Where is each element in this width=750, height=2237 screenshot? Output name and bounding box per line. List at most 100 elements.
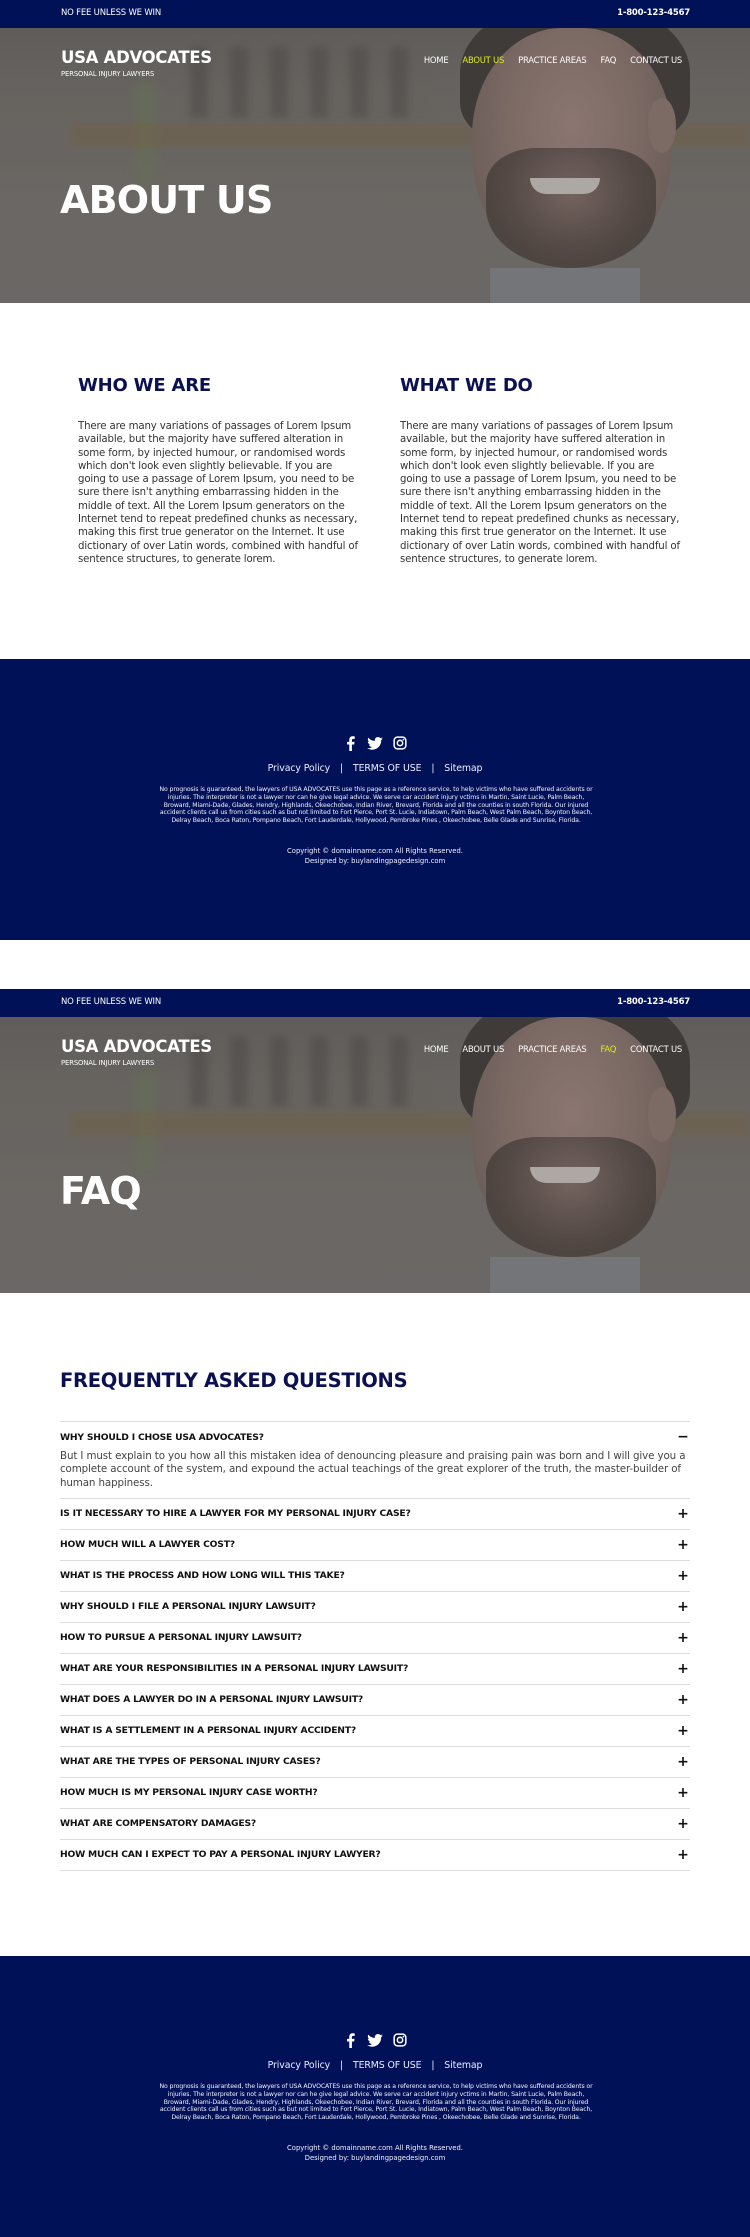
brand-logo[interactable]: USA ADVOCATES PERSONAL INJURY LAWYERS	[61, 48, 212, 78]
faq-item: HOW TO PURSUE A PERSONAL INJURY LAWSUIT?…	[60, 1623, 690, 1654]
faq-item: HOW MUCH CAN I EXPECT TO PAY A PERSONAL …	[60, 1840, 690, 1871]
faq-item: WHAT ARE YOUR RESPONSIBILITIES IN A PERS…	[60, 1654, 690, 1685]
faq-question-text: IS IT NECESSARY TO HIRE A LAWYER FOR MY …	[60, 1508, 411, 1520]
nav-contact-us[interactable]: CONTACT US	[630, 55, 682, 65]
nav-faq[interactable]: FAQ	[601, 1044, 617, 1054]
brand-subtitle: PERSONAL INJURY LAWYERS	[61, 70, 155, 78]
faq-item: HOW MUCH IS MY PERSONAL INJURY CASE WORT…	[60, 1778, 690, 1809]
footer-designed-by: Designed by: buylandingpagedesign.com	[304, 2154, 446, 2162]
who-we-are-heading: WHO WE ARE	[78, 375, 211, 396]
footer-links: Privacy Policy | TERMS OF USE | Sitemap	[0, 2060, 750, 2071]
sitemap-link[interactable]: Sitemap	[444, 2060, 482, 2071]
footer-links: Privacy Policy | TERMS OF USE | Sitemap	[0, 763, 750, 774]
faq-question-toggle[interactable]: WHAT IS THE PROCESS AND HOW LONG WILL TH…	[60, 1561, 690, 1591]
main-nav: HOME ABOUT US PRACTICE AREAS FAQ CONTACT…	[424, 55, 682, 65]
faq-question-toggle[interactable]: WHY SHOULD I FILE A PERSONAL INJURY LAWS…	[60, 1592, 690, 1622]
nav-about-us[interactable]: ABOUT US	[462, 1044, 504, 1054]
plus-icon[interactable]: +	[676, 1693, 690, 1707]
faq-question-toggle[interactable]: HOW MUCH CAN I EXPECT TO PAY A PERSONAL …	[60, 1840, 690, 1870]
instagram-icon[interactable]	[392, 735, 408, 751]
what-we-do-column: WHAT WE DO There are many variations of …	[400, 375, 680, 566]
faq-question-text: WHY SHOULD I CHOSE USA ADVOCATES?	[60, 1431, 264, 1443]
plus-icon[interactable]: +	[676, 1786, 690, 1800]
link-separator: |	[339, 2060, 344, 2071]
faq-question-toggle[interactable]: WHAT IS A SETTLEMENT IN A PERSONAL INJUR…	[60, 1716, 690, 1746]
faq-question-toggle[interactable]: WHAT DOES A LAWYER DO IN A PERSONAL INJU…	[60, 1685, 690, 1715]
faq-item: WHY SHOULD I CHOSE USA ADVOCATES? − But I …	[60, 1422, 690, 1499]
plus-icon[interactable]: +	[676, 1848, 690, 1862]
plus-icon[interactable]: +	[676, 1755, 690, 1769]
top-bar-tagline: NO FEE UNLESS WE WIN	[61, 997, 162, 1007]
faq-question-text: WHAT IS THE PROCESS AND HOW LONG WILL TH…	[60, 1570, 345, 1582]
twitter-icon[interactable]	[367, 2032, 383, 2048]
faq-question-toggle[interactable]: WHAT ARE THE TYPES OF PERSONAL INJURY CA…	[60, 1747, 690, 1777]
faq-item: WHAT DOES A LAWYER DO IN A PERSONAL INJU…	[60, 1685, 690, 1716]
top-bar: NO FEE UNLESS WE WIN 1-800-123-4567	[0, 0, 750, 28]
plus-icon[interactable]: +	[676, 1662, 690, 1676]
link-separator: |	[431, 763, 435, 774]
facebook-icon[interactable]	[342, 735, 358, 751]
top-bar-tagline: NO FEE UNLESS WE WIN	[61, 8, 162, 18]
faq-question-toggle[interactable]: IS IT NECESSARY TO HIRE A LAWYER FOR MY …	[60, 1499, 690, 1529]
footer-copyright: Copyright © domainname.com All Rights Re…	[287, 847, 463, 855]
brand-logo[interactable]: USA ADVOCATES PERSONAL INJURY LAWYERS	[61, 1037, 212, 1067]
nav-practice-areas[interactable]: PRACTICE AREAS	[518, 55, 587, 65]
plus-icon[interactable]: +	[676, 1569, 690, 1583]
faq-question-toggle[interactable]: WHY SHOULD I CHOSE USA ADVOCATES? −	[60, 1422, 690, 1452]
top-bar-phone-link[interactable]: 1-800-123-4567	[617, 997, 690, 1007]
privacy-policy-link[interactable]: Privacy Policy	[268, 2060, 331, 2071]
faq-question-toggle[interactable]: WHAT ARE YOUR RESPONSIBILITIES IN A PERS…	[60, 1654, 690, 1684]
faq-question-toggle[interactable]: HOW MUCH WILL A LAWYER COST? +	[60, 1530, 690, 1560]
faq-question-text: WHY SHOULD I FILE A PERSONAL INJURY LAWS…	[60, 1601, 316, 1613]
hero-banner: USA ADVOCATES PERSONAL INJURY LAWYERS HO…	[0, 1017, 750, 1293]
privacy-policy-link[interactable]: Privacy Policy	[268, 763, 331, 774]
facebook-icon[interactable]	[342, 2032, 358, 2048]
nav-practice-areas[interactable]: PRACTICE AREAS	[518, 1044, 587, 1054]
faq-question-text: HOW MUCH WILL A LAWYER COST?	[60, 1539, 235, 1551]
footer-copyright-block: Copyright © domainname.com All Rights Re…	[0, 846, 750, 866]
terms-of-use-link[interactable]: TERMS OF USE	[353, 2060, 422, 2071]
brand-name: USA ADVOCATES	[61, 48, 212, 67]
faq-section: FREQUENTLY ASKED QUESTIONS WHY SHOULD I …	[0, 1293, 750, 1956]
plus-icon[interactable]: +	[676, 1817, 690, 1831]
nav-contact-us[interactable]: CONTACT US	[630, 1044, 682, 1054]
faq-item: WHAT ARE THE TYPES OF PERSONAL INJURY CA…	[60, 1747, 690, 1778]
plus-icon[interactable]: +	[676, 1631, 690, 1645]
nav-home[interactable]: HOME	[424, 1044, 449, 1054]
instagram-icon[interactable]	[392, 2032, 408, 2048]
footer-disclaimer: No prognosis is guaranteed, the lawyers …	[159, 2083, 593, 2122]
plus-icon[interactable]: +	[676, 1507, 690, 1521]
what-we-do-heading: WHAT WE DO	[400, 375, 533, 396]
plus-icon[interactable]: +	[676, 1600, 690, 1614]
plus-icon[interactable]: +	[676, 1724, 690, 1738]
footer: Privacy Policy | TERMS OF USE | Sitemap …	[0, 659, 750, 940]
faq-question-text: WHAT IS A SETTLEMENT IN A PERSONAL INJUR…	[60, 1725, 356, 1737]
sitemap-link[interactable]: Sitemap	[444, 763, 482, 774]
top-bar-phone-link[interactable]: 1-800-123-4567	[617, 8, 690, 18]
main-nav: HOME ABOUT US PRACTICE AREAS FAQ CONTACT…	[424, 1044, 682, 1054]
plus-icon[interactable]: +	[676, 1538, 690, 1552]
footer-copyright-block: Copyright © domainname.com All Rights Re…	[0, 2143, 750, 2163]
social-links	[0, 735, 750, 751]
faq-answer: But I must explain to you how all this m…	[60, 1450, 686, 1489]
faq-question-toggle[interactable]: HOW MUCH IS MY PERSONAL INJURY CASE WORT…	[60, 1778, 690, 1808]
page-title: ABOUT US	[60, 178, 273, 222]
faq-question-toggle[interactable]: HOW TO PURSUE A PERSONAL INJURY LAWSUIT?…	[60, 1623, 690, 1653]
faq-question-text: WHAT ARE COMPENSATORY DAMAGES?	[60, 1818, 257, 1830]
footer-disclaimer: No prognosis is guaranteed, the lawyers …	[159, 786, 593, 825]
nav-faq[interactable]: FAQ	[601, 55, 617, 65]
faq-item: WHAT IS A SETTLEMENT IN A PERSONAL INJUR…	[60, 1716, 690, 1747]
brand-name: USA ADVOCATES	[61, 1037, 212, 1056]
link-separator: |	[431, 2060, 435, 2071]
faq-item: IS IT NECESSARY TO HIRE A LAWYER FOR MY …	[60, 1499, 690, 1530]
faq-question-text: HOW MUCH CAN I EXPECT TO PAY A PERSONAL …	[60, 1849, 381, 1861]
top-bar: NO FEE UNLESS WE WIN 1-800-123-4567	[0, 989, 750, 1017]
faq-question-text: HOW TO PURSUE A PERSONAL INJURY LAWSUIT?	[60, 1632, 302, 1644]
minus-icon[interactable]: −	[676, 1430, 690, 1444]
terms-of-use-link[interactable]: TERMS OF USE	[353, 763, 422, 774]
nav-home[interactable]: HOME	[424, 55, 449, 65]
faq-accordion: WHY SHOULD I CHOSE USA ADVOCATES? − But I …	[60, 1421, 690, 1871]
nav-about-us[interactable]: ABOUT US	[462, 55, 504, 65]
twitter-icon[interactable]	[367, 735, 383, 751]
faq-question-toggle[interactable]: WHAT ARE COMPENSATORY DAMAGES? +	[60, 1809, 690, 1839]
